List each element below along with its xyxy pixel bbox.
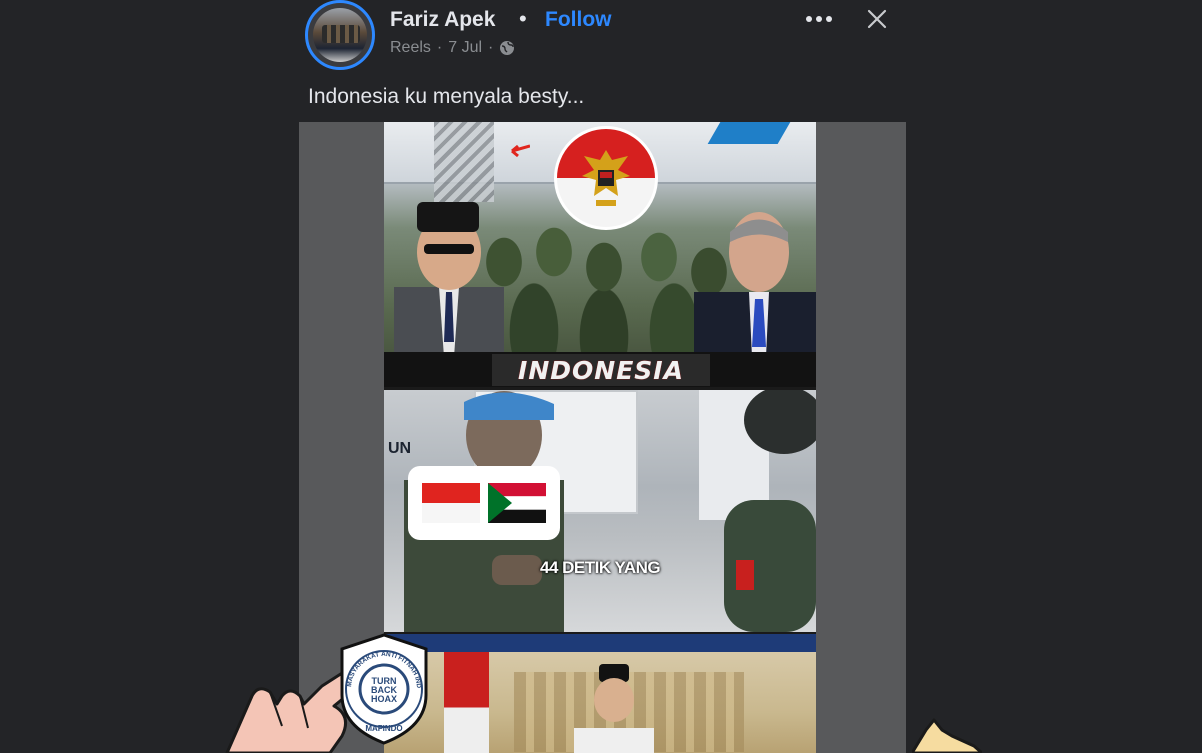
video-panel-speech bbox=[384, 652, 816, 753]
speaker-figure bbox=[574, 664, 654, 753]
globe-icon bbox=[500, 41, 515, 55]
flags-card bbox=[408, 466, 560, 540]
video-panel-un: UN 44 DETIK YANG bbox=[384, 390, 816, 632]
meta-separator: · bbox=[488, 39, 494, 56]
header-separator: • bbox=[519, 6, 527, 31]
video-panel-troops: INDONESIA bbox=[384, 122, 816, 387]
post-caption: Indonesia ku menyala besty... bbox=[308, 85, 585, 108]
mafindo-badge-icon: MASYARAKAT ANTI FITNAH INDONESIA TURN BA… bbox=[336, 633, 428, 745]
author-name[interactable]: Fariz Apek bbox=[390, 8, 495, 32]
garuda-emblem bbox=[554, 126, 658, 230]
reel-video[interactable]: INDONESIA UN 44 DETIK YANG bbox=[384, 122, 816, 753]
video-title-overlay: INDONESIA bbox=[492, 354, 710, 386]
badge-line-3: HOAX bbox=[371, 694, 397, 704]
follow-button[interactable]: Follow bbox=[545, 8, 612, 32]
video-title-text: INDONESIA bbox=[518, 355, 684, 385]
meta-separator: · bbox=[436, 39, 443, 56]
post-date[interactable]: 7 Jul bbox=[448, 39, 482, 57]
hand-right-icon bbox=[912, 718, 982, 753]
post-meta: Reels · 7 Jul · bbox=[390, 39, 515, 57]
badge-bottom-text: MAFINDO bbox=[365, 724, 402, 733]
background-flag bbox=[444, 652, 489, 753]
indonesia-flag-icon bbox=[422, 483, 480, 523]
panel-divider bbox=[384, 634, 816, 652]
avatar-figures bbox=[322, 25, 360, 43]
more-options-icon[interactable] bbox=[804, 8, 834, 30]
author-avatar[interactable] bbox=[305, 0, 375, 70]
video-subtitle-overlay: 44 DETIK YANG bbox=[540, 558, 661, 577]
red-arrow-icon bbox=[511, 144, 530, 158]
garuda-emblem-icon bbox=[582, 150, 630, 206]
soldier-right-figure bbox=[724, 390, 816, 632]
close-icon[interactable] bbox=[866, 8, 888, 30]
man-left-figure bbox=[394, 202, 504, 357]
man-right-figure bbox=[694, 212, 816, 357]
post-source[interactable]: Reels bbox=[390, 39, 431, 57]
sudan-flag-icon bbox=[488, 483, 546, 523]
airplane-stairs bbox=[434, 122, 494, 202]
